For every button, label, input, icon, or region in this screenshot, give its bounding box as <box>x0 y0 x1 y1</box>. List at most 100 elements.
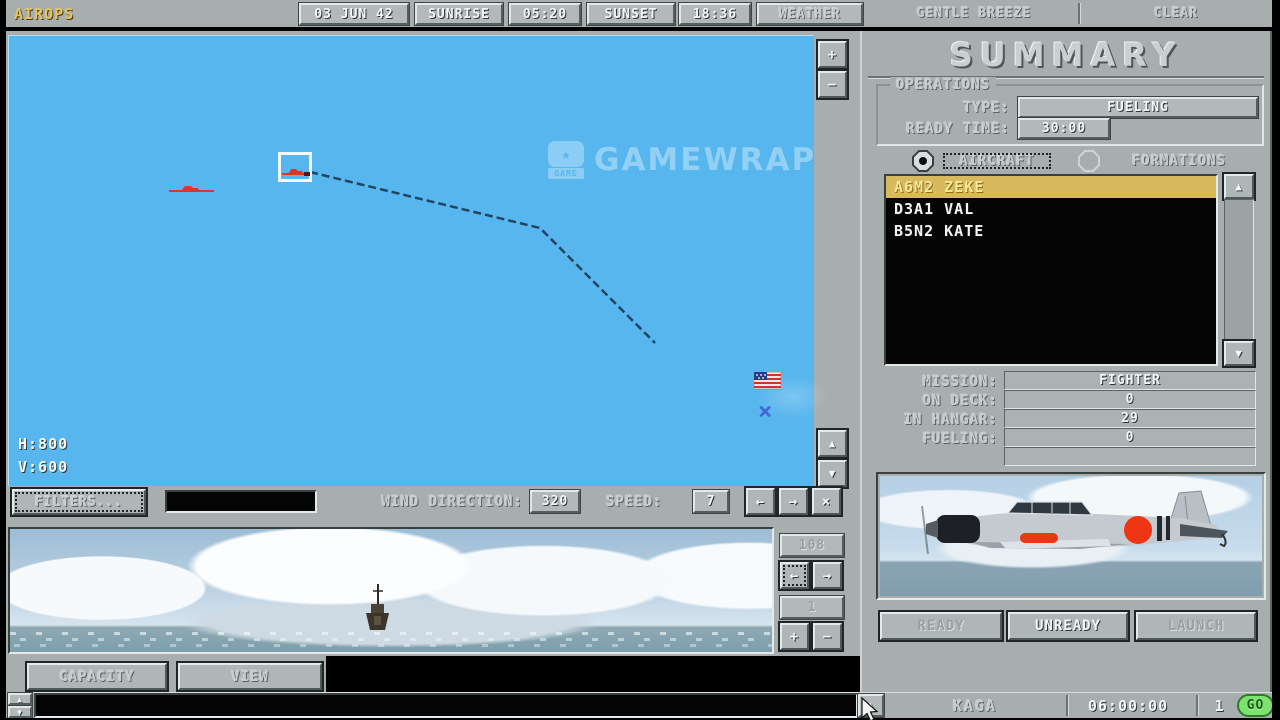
carrier-view-image <box>10 529 772 652</box>
watermark-gamepad-icon: ★ GAME <box>548 141 584 179</box>
arrow-down-icon: ▼ <box>829 467 837 480</box>
wind-speed-label: SPEED: <box>606 494 672 510</box>
arrow-down-icon: ▼ <box>1235 347 1243 360</box>
type-label: TYPE: <box>878 100 1010 116</box>
screen-edge <box>0 0 6 720</box>
course-line <box>8 35 814 486</box>
launch-button[interactable]: LAUNCH <box>1136 612 1256 640</box>
ready-button[interactable]: READY <box>880 612 1002 640</box>
operations-legend: OPERATIONS <box>890 77 996 93</box>
decrease-button[interactable]: − <box>813 623 842 650</box>
list-item[interactable]: A6M2 ZEKE <box>886 176 1216 198</box>
wind-direction-value: 320 <box>530 490 580 513</box>
statusbar-divider <box>1066 695 1068 716</box>
message-bar <box>34 693 858 718</box>
message-display <box>165 490 317 513</box>
rotate-right-button[interactable]: → <box>813 562 842 589</box>
carrier-view-frame <box>8 527 774 654</box>
arrow-left-icon: ← <box>756 494 765 510</box>
arrow-left-icon: ← <box>790 568 799 584</box>
map-zoom-in-button[interactable]: + <box>818 41 847 68</box>
in-hangar-label: IN HANGAR: <box>866 412 998 428</box>
page-title: AIROPS <box>14 5 74 23</box>
map-scroll-up-button[interactable]: ▲ <box>818 430 847 457</box>
weather-label: WEATHER <box>757 3 863 25</box>
contact-marker[interactable]: × <box>758 397 772 425</box>
message-scroll-down-button[interactable]: ▼ <box>8 706 32 718</box>
list-item[interactable]: B5N2 KATE <box>886 220 1216 242</box>
on-deck-label: ON DECK: <box>866 393 998 409</box>
plus-icon: + <box>790 629 799 645</box>
map-scroll-down-button[interactable]: ▼ <box>818 460 847 487</box>
unready-button[interactable]: UNREADY <box>1008 612 1128 640</box>
top-bar: AIROPS 03 JUN 42 SUNRISE 05:20 SUNSET 18… <box>6 0 1272 27</box>
heading-display: 108 <box>780 534 844 557</box>
sunset-time: 18:36 <box>679 3 751 25</box>
fueling-value: 0 <box>1004 428 1256 447</box>
view-button[interactable]: VIEW <box>178 663 322 690</box>
arrow-up-icon: ▲ <box>829 437 837 450</box>
watermark: ★ GAME GAMEWRAP <box>548 141 816 179</box>
close-map-button[interactable]: × <box>812 488 841 515</box>
active-ship-name: KAGA <box>880 697 1070 715</box>
count-display: 1 <box>780 596 844 619</box>
ready-time-value: 30:00 <box>1018 118 1110 139</box>
mouse-cursor-icon <box>860 697 880 720</box>
fueling-label: FUELING: <box>866 431 998 447</box>
mission-value: FIGHTER <box>1004 371 1256 390</box>
empty-info-field <box>1004 447 1256 466</box>
arrow-right-icon: → <box>823 568 832 584</box>
list-item[interactable]: D3A1 VAL <box>886 198 1216 220</box>
aircraft-list: A6M2 ZEKE D3A1 VAL B5N2 KATE <box>884 174 1218 366</box>
watermark-text: GAMEWRAP <box>594 142 816 178</box>
date-display: 03 JUN 42 <box>299 3 409 25</box>
in-hangar-value: 29 <box>1004 409 1256 428</box>
close-icon: × <box>822 494 831 510</box>
game-clock: 06:00:00 <box>1072 697 1184 715</box>
filters-button[interactable]: FILTERS... <box>12 489 146 515</box>
radio-dot <box>919 157 927 165</box>
sky-condition: CLEAR <box>1082 0 1270 27</box>
selection-box <box>278 152 312 182</box>
list-scroll-up-button[interactable]: ▲ <box>1224 174 1254 199</box>
carrier-ship <box>362 584 392 634</box>
increase-button[interactable]: + <box>780 623 809 650</box>
enemy-ship-icon[interactable] <box>168 183 216 195</box>
tactical-map[interactable]: ★ GAME GAMEWRAP × H:800 V:600 <box>8 35 814 486</box>
topbar-divider <box>1078 3 1080 24</box>
aircraft-portrait-frame <box>876 472 1266 600</box>
formations-radio[interactable] <box>1078 150 1100 172</box>
selected-ship-icon[interactable] <box>282 167 312 179</box>
sunrise-time: 05:20 <box>509 3 581 25</box>
wind-direction-label: WIND DIRECTION: <box>327 494 523 510</box>
sunset-label: SUNSET <box>587 3 675 25</box>
aircraft-portrait <box>880 476 1262 596</box>
pan-right-button[interactable]: → <box>779 488 808 515</box>
plus-icon: + <box>828 47 837 63</box>
list-scroll-down-button[interactable]: ▼ <box>1224 341 1254 366</box>
statusbar-divider <box>1196 695 1198 716</box>
time-compression-value: 1 <box>1206 697 1232 715</box>
arrow-right-icon: → <box>789 494 798 510</box>
formations-radio-label[interactable]: FORMATIONS <box>1104 150 1254 172</box>
ready-time-label: READY TIME: <box>878 121 1010 137</box>
wave-glints <box>20 638 772 641</box>
message-scroll-up-button[interactable]: ▲ <box>8 693 32 705</box>
rotate-left-button[interactable]: ← <box>780 562 809 589</box>
arrow-down-icon: ▼ <box>17 708 23 717</box>
list-scrollbar-track[interactable] <box>1224 199 1254 341</box>
map-v-coordinate: V:600 <box>18 458 68 476</box>
aircraft-radio-label[interactable]: AIRCRAFT <box>940 150 1054 172</box>
wave-glints <box>14 644 772 647</box>
bottom-black-strip <box>326 656 860 692</box>
capacity-button[interactable]: CAPACITY <box>27 663 167 690</box>
minus-icon: − <box>823 629 832 645</box>
minus-icon: − <box>828 77 837 93</box>
pan-left-button[interactable]: ← <box>746 488 775 515</box>
us-flag-icon[interactable] <box>754 372 781 390</box>
on-deck-value: 0 <box>1004 390 1256 409</box>
summary-title: SUMMARY <box>868 36 1264 74</box>
go-button[interactable]: GO <box>1237 694 1274 717</box>
map-zoom-out-button[interactable]: − <box>818 71 847 98</box>
sunrise-label: SUNRISE <box>415 3 503 25</box>
